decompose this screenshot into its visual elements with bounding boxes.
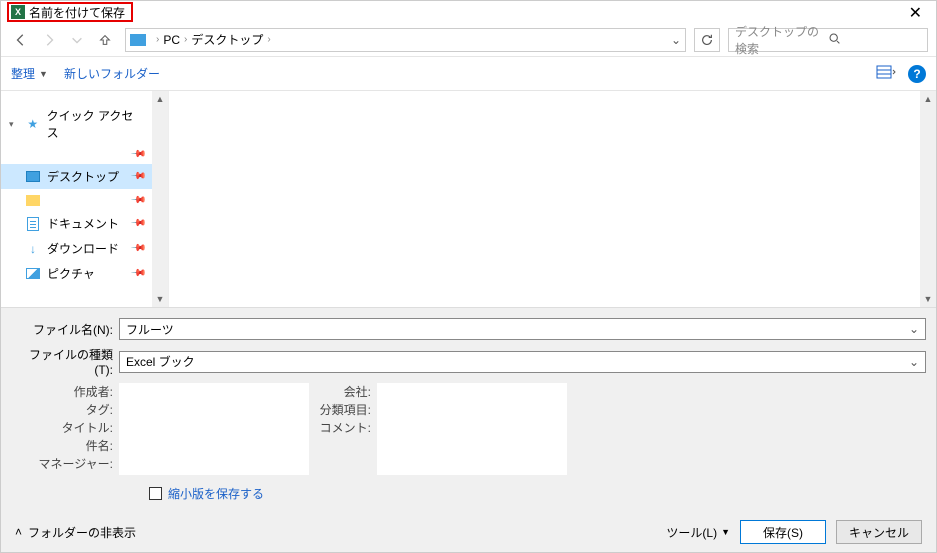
filename-input[interactable]: フルーツ	[119, 318, 926, 340]
chevron-right-icon: ›	[184, 34, 187, 45]
meta-company-box[interactable]	[377, 383, 567, 475]
document-icon	[27, 217, 39, 231]
breadcrumb-current[interactable]: デスクトップ	[191, 31, 263, 48]
chevron-down-icon: ▼	[39, 69, 48, 79]
close-button[interactable]: ✕	[901, 3, 930, 23]
help-button[interactable]: ?	[908, 65, 926, 83]
save-form: ファイル名(N): フルーツ ファイルの種類(T): Excel ブック 作成者…	[1, 307, 936, 512]
cancel-button[interactable]: キャンセル	[836, 520, 922, 544]
title-highlight: X 名前を付けて保存	[7, 2, 133, 22]
search-icon	[828, 32, 921, 48]
search-placeholder: デスクトップの検索	[735, 23, 828, 57]
pin-icon: 📌	[129, 146, 146, 163]
refresh-button[interactable]	[694, 28, 720, 52]
main-area: ▾ ★ クイック アクセス 📌 デスクトップ 📌 📌 ドキュメント	[1, 91, 936, 307]
chevron-down-icon: ▼	[721, 527, 730, 537]
chevron-up-icon: ˄	[15, 525, 22, 539]
pin-icon: 📌	[129, 265, 146, 282]
chevron-down-icon[interactable]: ⌄	[671, 33, 681, 47]
recent-dropdown[interactable]	[65, 28, 89, 52]
download-icon: ↓	[25, 242, 41, 256]
sidebar-item-desktop[interactable]: デスクトップ 📌	[1, 164, 152, 189]
sidebar-item-folder[interactable]: 📌	[1, 189, 152, 211]
scroll-down-icon[interactable]: ▼	[920, 291, 936, 307]
chevron-down-icon: ▾	[9, 119, 19, 130]
sidebar-item-documents[interactable]: ドキュメント 📌	[1, 211, 152, 236]
new-folder-button[interactable]: 新しいフォルダー	[64, 65, 160, 82]
excel-icon: X	[11, 5, 25, 19]
picture-icon	[26, 268, 40, 279]
search-input[interactable]: デスクトップの検索	[728, 28, 928, 52]
pin-icon: 📌	[129, 240, 146, 257]
folder-icon	[26, 195, 40, 206]
hide-folders-button[interactable]: ˄ フォルダーの非表示	[15, 524, 136, 541]
monitor-icon	[26, 171, 40, 182]
view-options-button[interactable]	[876, 64, 896, 83]
forward-button[interactable]	[37, 28, 61, 52]
back-button[interactable]	[9, 28, 33, 52]
sidebar-scrollbar[interactable]: ▲ ▼	[152, 91, 168, 307]
sidebar-quick-access[interactable]: ▾ ★ クイック アクセス	[1, 103, 152, 145]
chevron-right-icon: ›	[267, 34, 270, 45]
content-scrollbar[interactable]: ▲ ▼	[920, 91, 936, 307]
breadcrumb-root[interactable]: PC	[163, 33, 180, 47]
filetype-label: ファイルの種類(T):	[11, 346, 119, 377]
save-thumbnail-label[interactable]: 縮小版を保存する	[168, 485, 264, 502]
pc-icon	[130, 34, 146, 46]
meta-labels-left: 作成者: タグ: タイトル: 件名: マネージャー:	[11, 383, 119, 475]
save-thumbnail-checkbox[interactable]	[149, 487, 162, 500]
save-button[interactable]: 保存(S)	[740, 520, 826, 544]
file-list[interactable]: ▲ ▼	[169, 91, 936, 307]
filetype-select[interactable]: Excel ブック	[119, 351, 926, 373]
tools-dropdown[interactable]: ツール(L) ▼	[666, 524, 730, 541]
meta-labels-right: 会社: 分類項目: コメント:	[317, 383, 377, 475]
pin-icon: 📌	[129, 168, 146, 185]
breadcrumb[interactable]: › PC › デスクトップ › ⌄	[125, 28, 686, 52]
nav-bar: › PC › デスクトップ › ⌄ デスクトップの検索	[1, 23, 936, 57]
sidebar-item-pictures[interactable]: ピクチャ 📌	[1, 261, 152, 286]
scroll-up-icon[interactable]: ▲	[920, 91, 936, 107]
filename-label: ファイル名(N):	[11, 321, 119, 338]
up-button[interactable]	[93, 28, 117, 52]
footer: ˄ フォルダーの非表示 ツール(L) ▼ 保存(S) キャンセル	[1, 512, 936, 552]
pin-icon: 📌	[129, 215, 146, 232]
organize-button[interactable]: 整理 ▼	[11, 65, 48, 82]
scroll-down-icon[interactable]: ▼	[152, 291, 168, 307]
title-bar: X 名前を付けて保存 ✕	[1, 1, 936, 23]
chevron-right-icon: ›	[156, 34, 159, 45]
window-title: 名前を付けて保存	[29, 4, 125, 21]
meta-author-box[interactable]	[119, 383, 309, 475]
pin-icon: 📌	[129, 192, 146, 209]
sidebar-item-pin[interactable]: 📌	[1, 145, 152, 164]
sidebar: ▾ ★ クイック アクセス 📌 デスクトップ 📌 📌 ドキュメント	[1, 91, 169, 307]
sidebar-item-downloads[interactable]: ↓ ダウンロード 📌	[1, 236, 152, 261]
scroll-up-icon[interactable]: ▲	[152, 91, 168, 107]
toolbar: 整理 ▼ 新しいフォルダー ?	[1, 57, 936, 91]
star-icon: ★	[25, 117, 41, 131]
